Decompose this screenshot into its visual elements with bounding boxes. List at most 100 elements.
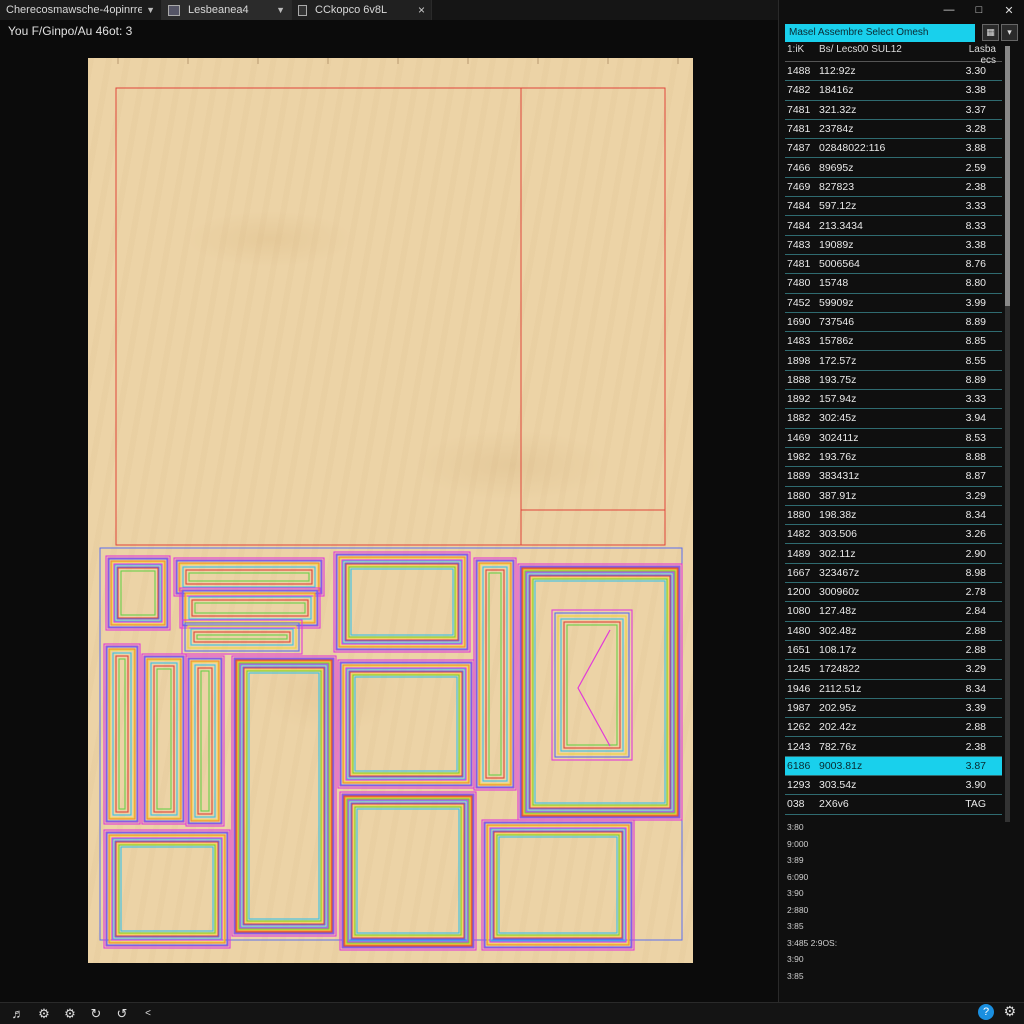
close-icon[interactable]: × — [418, 3, 425, 17]
nested-part-outline[interactable] — [120, 570, 156, 616]
sub-list-item[interactable]: 3:85 — [787, 921, 887, 938]
nested-part-outline[interactable] — [339, 791, 477, 951]
table-row[interactable]: 1667 323467z 8.98 — [785, 564, 1002, 584]
nested-part-outline[interactable] — [347, 799, 469, 943]
nested-part-outline[interactable] — [343, 795, 473, 947]
table-row[interactable]: 1245 1724822 3.29 — [785, 660, 1002, 680]
sub-list-item[interactable]: 3:90 — [787, 954, 887, 971]
nested-part-outline[interactable] — [521, 567, 679, 817]
nested-part-outline[interactable] — [488, 572, 502, 776]
nested-part-outline[interactable] — [105, 645, 139, 823]
nested-part-outline[interactable] — [117, 567, 159, 619]
nested-part-outline[interactable] — [105, 831, 229, 947]
table-row[interactable]: 7481 321.32z 3.37 — [785, 101, 1002, 120]
sub-list-item[interactable]: 3:485 2:9OS: — [787, 938, 887, 955]
table-row[interactable]: 1898 172.57z 8.55 — [785, 351, 1002, 371]
nested-part-outline[interactable] — [479, 563, 511, 785]
nested-part-outline[interactable] — [517, 563, 683, 821]
nested-part-outline[interactable] — [191, 661, 219, 821]
minimize-icon[interactable]: — — [934, 0, 964, 20]
nested-part-outline[interactable] — [156, 668, 172, 810]
nested-part-outline[interactable] — [354, 676, 458, 772]
nested-part-outline[interactable] — [342, 664, 470, 784]
nested-part-outline[interactable] — [109, 649, 135, 819]
nested-part-outline[interactable] — [339, 557, 465, 647]
table-row[interactable]: 1293 303.54z 3.90 — [785, 776, 1002, 796]
nested-part-outline[interactable] — [187, 657, 223, 825]
nested-part-outline[interactable] — [184, 622, 300, 652]
nested-part-outline[interactable] — [181, 589, 319, 627]
nested-part-outline[interactable] — [350, 802, 466, 940]
table-row[interactable]: 1987 202.95z 3.39 — [785, 699, 1002, 719]
nested-part-outline[interactable] — [566, 624, 618, 746]
table-row[interactable]: 7482 18416z 3.38 — [785, 81, 1002, 101]
gear-icon[interactable]: ⚙ — [36, 1006, 52, 1022]
nested-part-outline[interactable] — [563, 621, 621, 749]
nested-part-outline[interactable] — [342, 794, 474, 948]
table-row[interactable]: 7484 213.3434 8.33 — [785, 216, 1002, 236]
nested-part-outline[interactable] — [175, 559, 323, 595]
table-row[interactable]: 1982 193.76z 8.88 — [785, 448, 1002, 468]
nested-part-outline[interactable] — [117, 843, 217, 935]
nested-part-outline[interactable] — [245, 669, 323, 923]
table-row[interactable]: 1888 193.75z 8.89 — [785, 371, 1002, 391]
nested-part-outline[interactable] — [246, 670, 322, 922]
table-row[interactable]: 1882 302:45z 3.94 — [785, 409, 1002, 429]
table-row[interactable]: 7483 19089z 3.38 — [785, 236, 1002, 255]
nested-part-outline[interactable] — [242, 666, 326, 926]
nested-part-outline[interactable] — [111, 837, 223, 941]
nested-part-outline[interactable] — [490, 828, 626, 942]
table-row[interactable]: 7487 02848022:116 3.88 — [785, 139, 1002, 159]
nested-part-outline[interactable] — [484, 822, 632, 948]
nested-part-outline[interactable] — [335, 553, 469, 651]
nested-part-outline[interactable] — [150, 662, 178, 816]
nested-part-outline[interactable] — [475, 559, 515, 789]
nested-part-outline[interactable] — [341, 559, 463, 645]
nested-part-outline[interactable] — [236, 660, 332, 932]
nested-part-outline[interactable] — [197, 667, 213, 815]
nested-part-outline[interactable] — [116, 566, 160, 620]
nested-part-outline[interactable] — [349, 671, 463, 777]
nested-part-outline[interactable] — [350, 568, 454, 636]
nested-part-outline[interactable] — [478, 562, 512, 786]
nested-part-outline[interactable] — [200, 670, 210, 812]
table-row[interactable]: 038 2X6v6 TAG — [785, 795, 1002, 815]
nested-part-outline[interactable] — [243, 667, 325, 925]
nested-part-outline[interactable] — [339, 661, 473, 787]
sound-icon[interactable]: ♬ — [10, 1006, 26, 1022]
sub-list-item[interactable]: 3:90 — [787, 888, 887, 905]
nested-part-outline[interactable] — [120, 846, 214, 932]
nested-part-outline[interactable] — [188, 572, 310, 582]
nested-part-outline[interactable] — [524, 570, 676, 814]
nested-part-outline[interactable] — [344, 796, 472, 946]
nested-part-outline[interactable] — [143, 655, 185, 823]
nested-part-outline[interactable] — [346, 668, 466, 780]
nested-part-outline[interactable] — [554, 612, 630, 758]
nested-part-outline[interactable] — [356, 808, 460, 934]
scrollbar-thumb[interactable] — [1005, 46, 1010, 306]
help-icon[interactable]: ? — [978, 1004, 994, 1020]
nested-part-outline[interactable] — [492, 830, 624, 940]
tab-project[interactable]: Cherecosmawsche-4opinrrer ▼ — [0, 0, 162, 20]
nested-part-outline[interactable] — [352, 674, 460, 774]
nested-part-outline[interactable] — [340, 662, 472, 786]
nested-part-outline[interactable] — [522, 568, 678, 816]
nested-part-outline[interactable] — [185, 593, 315, 623]
column-header-name[interactable]: Bs/ Lecs00 SUL12 — [815, 44, 955, 61]
table-row[interactable]: 1892 157.94z 3.33 — [785, 390, 1002, 410]
nested-part-outline[interactable] — [348, 800, 468, 942]
refresh-icon[interactable]: ↻ — [88, 1006, 104, 1022]
nested-part-outline[interactable] — [345, 667, 467, 781]
sub-list-item[interactable]: 9:000 — [787, 839, 887, 856]
collapse-icon[interactable]: ▾ — [1001, 24, 1018, 41]
table-row[interactable]: 1690 737546 8.89 — [785, 313, 1002, 333]
nested-part-outline[interactable] — [141, 653, 187, 825]
nested-part-outline[interactable] — [190, 628, 294, 646]
nested-part-outline[interactable] — [337, 659, 475, 789]
nested-part-outline[interactable] — [196, 634, 288, 640]
nested-part-outline[interactable] — [338, 556, 466, 648]
history-icon[interactable]: ↺ — [114, 1006, 130, 1022]
table-row[interactable]: 1889 383431z 8.87 — [785, 467, 1002, 487]
nested-part-outline[interactable] — [529, 575, 671, 809]
close-icon[interactable]: ✕ — [994, 0, 1024, 20]
